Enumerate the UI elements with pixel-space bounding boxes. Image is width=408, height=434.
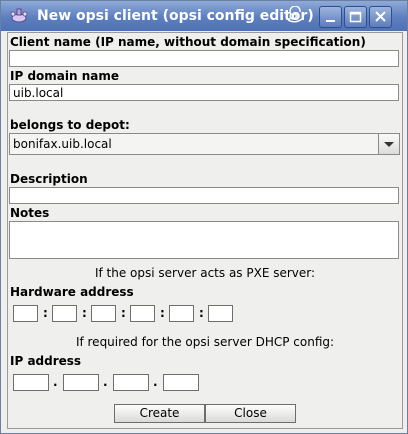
description-label: Description [10, 172, 88, 186]
depot-select[interactable]: bonifax.uib.local [9, 133, 400, 155]
ip-octet-3[interactable] [113, 374, 149, 391]
domain-label: IP domain name [10, 69, 119, 83]
notes-label: Notes [10, 206, 50, 220]
create-button[interactable]: Create [114, 404, 205, 423]
mac-octet-4[interactable] [130, 305, 155, 322]
ip-octet-2[interactable] [63, 374, 99, 391]
maximize-icon [349, 11, 362, 23]
mac-octet-2[interactable] [52, 305, 77, 322]
dhcp-hint: If required for the opsi server DHCP con… [75, 335, 335, 349]
mac-separator: : [199, 306, 204, 320]
depot-dropdown-button[interactable] [378, 134, 399, 154]
pxe-hint: If the opsi server acts as PXE server: [94, 266, 316, 280]
ip-octet-1[interactable] [13, 374, 49, 391]
mac-separator: : [121, 306, 126, 320]
form-panel: Client name (IP name, without domain spe… [7, 32, 403, 429]
description-input[interactable] [9, 187, 399, 204]
chevron-down-icon [384, 142, 394, 147]
mac-octet-3[interactable] [91, 305, 116, 322]
depot-label: belongs to depot: [10, 118, 130, 132]
client-name-label: Client name (IP name, without domain spe… [10, 35, 366, 49]
hardware-address-label: Hardware address [10, 285, 134, 299]
mac-octet-6[interactable] [208, 305, 233, 322]
close-icon [375, 11, 386, 22]
maximize-button[interactable] [344, 6, 367, 28]
ip-separator: . [103, 375, 108, 389]
mac-octet-5[interactable] [169, 305, 194, 322]
window-menu-swirl-icon[interactable] [285, 5, 305, 24]
close-button[interactable] [369, 6, 392, 28]
ip-separator: . [153, 375, 158, 389]
window-title: New opsi client (opsi config editor) [37, 8, 314, 24]
title-bar[interactable]: New opsi client (opsi config editor) [1, 1, 407, 31]
mac-separator: : [160, 306, 165, 320]
opsi-app-icon[interactable] [9, 8, 29, 24]
domain-input[interactable] [9, 84, 399, 101]
client-name-input[interactable] [9, 50, 399, 67]
notes-textarea[interactable] [9, 221, 399, 259]
depot-selected-value: bonifax.uib.local [13, 137, 112, 151]
mac-separator: : [43, 306, 48, 320]
minimize-icon [326, 20, 335, 22]
ip-octet-4[interactable] [163, 374, 199, 391]
mac-separator: : [82, 306, 87, 320]
close-dialog-button[interactable]: Close [205, 404, 296, 423]
ip-separator: . [53, 375, 58, 389]
dialog-window: New opsi client (opsi config editor) Cli… [0, 0, 408, 434]
minimize-button[interactable] [319, 6, 342, 28]
mac-octet-1[interactable] [13, 305, 38, 322]
ip-address-label: IP address [10, 354, 82, 368]
